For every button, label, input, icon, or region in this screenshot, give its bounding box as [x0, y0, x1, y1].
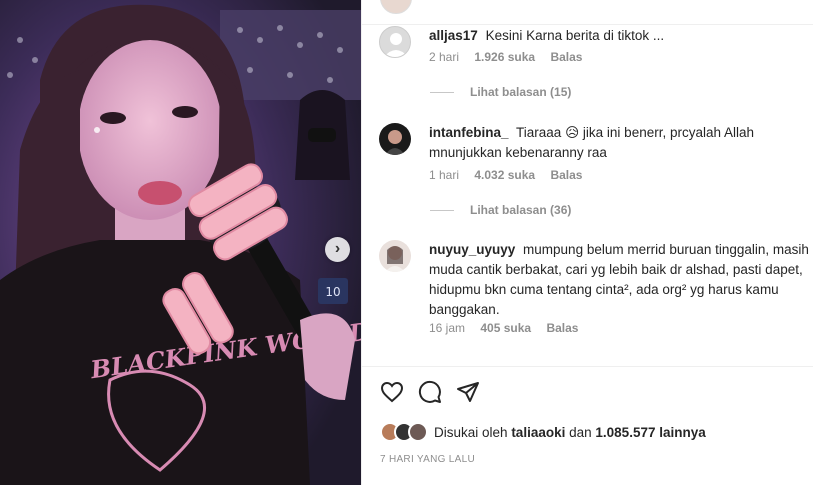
comment-username[interactable]: intanfebina_ [429, 125, 509, 140]
post-timestamp[interactable]: 7 HARI YANG LALU [380, 454, 475, 465]
post-image: BLACKPINK WORLD TOUR BORN PINK 10 [0, 0, 361, 485]
comment-meta: 1 hari 4.032 suka Balas [429, 168, 594, 182]
liked-by: Disukai oleh taliaaoki dan 1.085.577 lai… [380, 422, 706, 442]
profile-photo-icon [385, 130, 405, 155]
likes-count[interactable]: 1.085.577 lainnya [595, 425, 705, 440]
comment-time[interactable]: 2 hari [429, 50, 459, 64]
divider [362, 24, 813, 25]
liked-by-user[interactable]: taliaaoki [511, 425, 565, 440]
view-replies-label: Lihat balasan (15) [470, 85, 572, 99]
comment-username[interactable]: alljas17 [429, 28, 478, 43]
comment-body: Kesini Karna berita di tiktok ... [485, 28, 665, 43]
comment-body: Tiaraaa [516, 125, 562, 140]
view-replies-label: Lihat balasan (36) [470, 203, 572, 217]
reply-button[interactable]: Balas [550, 50, 582, 64]
heart-icon[interactable] [380, 380, 404, 404]
avatar[interactable] [379, 240, 411, 272]
post-photo: BLACKPINK WORLD TOUR BORN PINK 10 › [0, 0, 361, 485]
view-replies-button[interactable]: Lihat balasan (15) [430, 85, 571, 99]
comment-time[interactable]: 1 hari [429, 168, 459, 182]
liker-avatars[interactable] [380, 422, 428, 442]
default-avatar-icon [384, 33, 408, 57]
reply-button[interactable]: Balas [550, 168, 582, 182]
seat-number: 10 [325, 285, 340, 299]
profile-photo-icon [385, 246, 405, 272]
comment-likes[interactable]: 405 suka [480, 321, 531, 335]
comment-icon[interactable] [418, 380, 442, 404]
chevron-right-icon: › [334, 239, 341, 257]
next-photo-button[interactable]: › [325, 237, 350, 262]
avatar [408, 422, 428, 442]
avatar[interactable] [379, 123, 411, 155]
comment-likes[interactable]: 1.926 suka [474, 50, 535, 64]
divider [362, 366, 813, 367]
avatar[interactable] [379, 26, 411, 58]
divider [430, 91, 454, 93]
avatar[interactable] [380, 0, 412, 14]
comment-meta: 2 hari 1.926 suka Balas [429, 50, 594, 64]
liked-by-prefix: Disukai oleh [434, 424, 508, 440]
comment-likes[interactable]: 4.032 suka [474, 168, 535, 182]
comment-time[interactable]: 16 jam [429, 321, 465, 335]
comment-username[interactable]: nuyuy_uyuyy [429, 242, 515, 257]
share-icon[interactable] [456, 380, 480, 404]
view-replies-button[interactable]: Lihat balasan (36) [430, 203, 571, 217]
comment-text: alljas17 Kesini Karna berita di tiktok .… [429, 26, 813, 46]
divider [430, 209, 454, 211]
comment-text: nuyuy_uyuyy mumpung belum merrid buruan … [429, 240, 813, 320]
liked-by-joiner: dan [569, 424, 592, 440]
action-bar [380, 380, 480, 404]
comment-text: intanfebina_ Tiaraaa 😥 jika ini benerr, … [429, 123, 813, 163]
reply-button[interactable]: Balas [546, 321, 578, 335]
sad-emoji-icon: 😥 [565, 125, 580, 140]
comment-meta: 16 jam 405 suka Balas [429, 321, 590, 335]
comments-panel: alljas17 Kesini Karna berita di tiktok .… [361, 0, 813, 485]
